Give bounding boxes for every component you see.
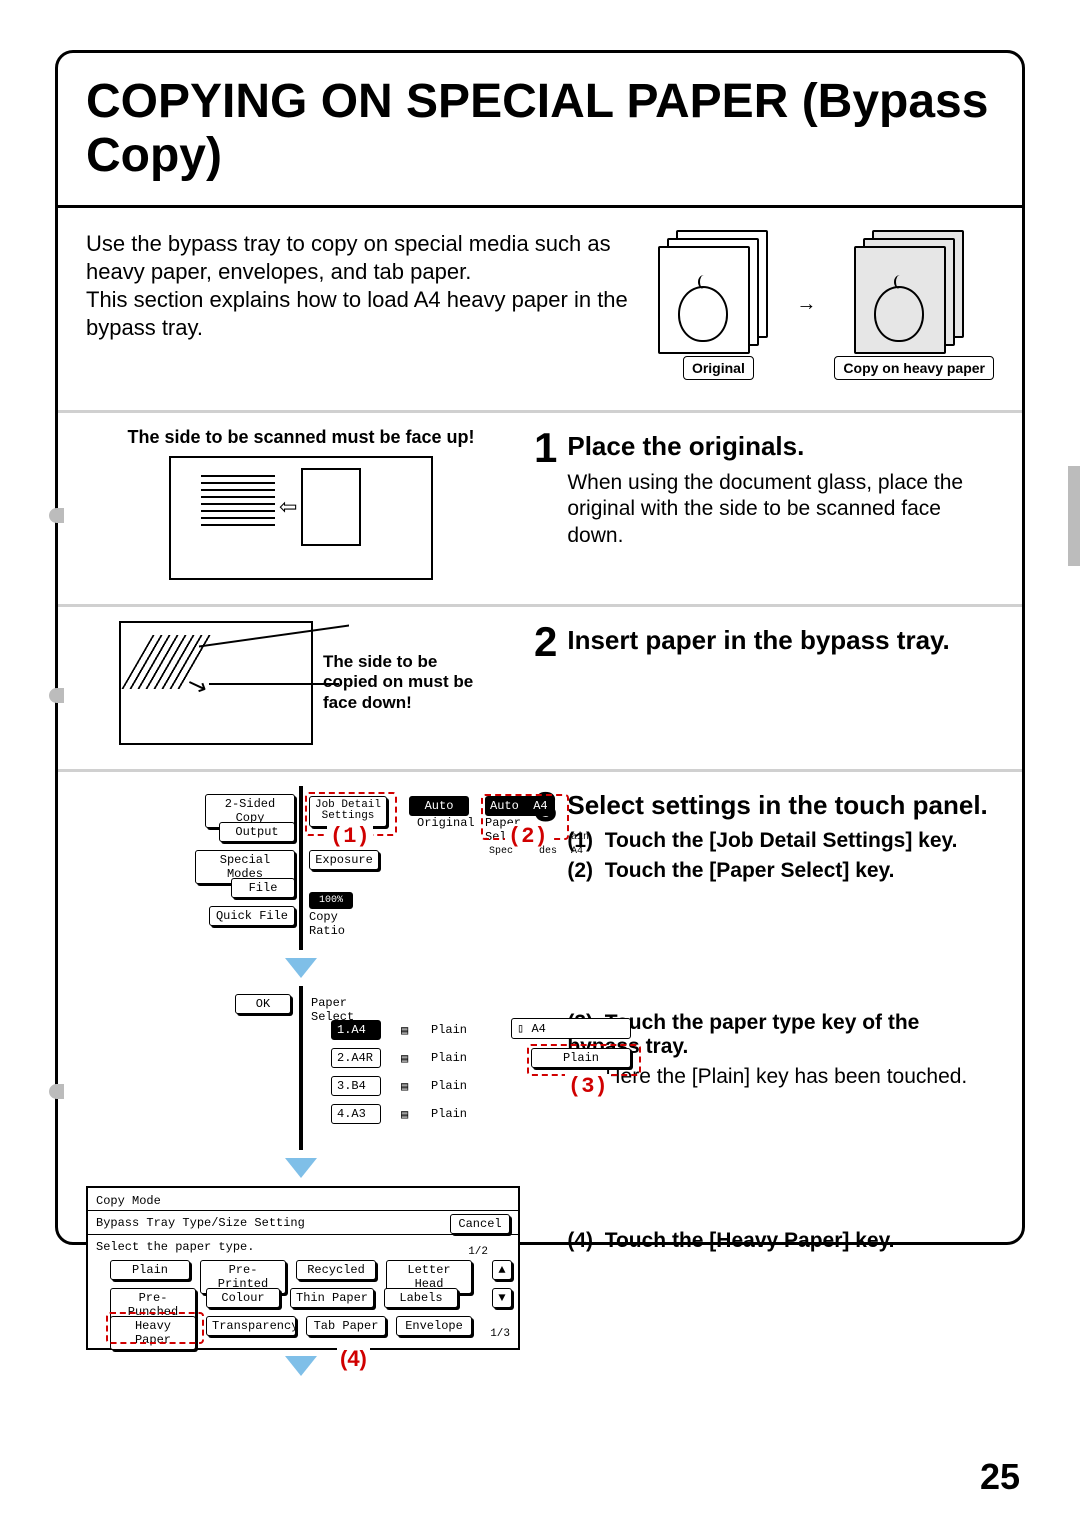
page-title: COPYING ON SPECIAL PAPER (Bypass Copy) [58, 53, 1022, 205]
original-label: Original [417, 816, 475, 830]
type-thin[interactable]: Thin Paper [290, 1288, 374, 1308]
apple-icon [874, 286, 924, 342]
step2-title: Insert paper in the bypass tray. [567, 625, 949, 656]
plain-1: Plain [431, 1023, 467, 1037]
type-transparency[interactable]: Transparency [206, 1316, 296, 1336]
apple-icon [678, 286, 728, 342]
intro-text: Use the bypass tray to copy on special m… [86, 230, 638, 343]
step-1: The side to be scanned must be face up! … [58, 413, 1022, 604]
feeder-image: ⇦ [169, 456, 433, 580]
thumb-copy: Copy on heavy paper [834, 230, 994, 380]
step-3: Job Detail Settings Auto Original Auto A… [58, 772, 1022, 1396]
ratio-value: 100% [309, 892, 353, 909]
arrow-right-icon: → [796, 293, 816, 316]
touch-panel-main: Job Detail Settings Auto Original Auto A… [299, 786, 303, 950]
des-label: des [539, 846, 557, 857]
tray-icon: ▤ [401, 1051, 408, 1066]
sub-2-num: (2) [567, 859, 593, 882]
sub-1: Touch the [Job Detail Settings] key. [605, 829, 958, 852]
bypass-setting-label: Bypass Tray Type/Size Setting [96, 1216, 305, 1230]
type-tab[interactable]: Tab Paper [306, 1316, 386, 1336]
tray-3[interactable]: 3.B4 [331, 1076, 381, 1096]
thumb-original-label: Original [683, 356, 754, 380]
plain-3: Plain [431, 1079, 467, 1093]
step-number-2: 2 [534, 621, 557, 663]
chevron-down-icon [285, 958, 317, 978]
page-indicator: 1/2 [468, 1246, 488, 1258]
step-2: ↘ The side to be copied on must be face … [58, 607, 1022, 769]
bypass-image: ↘ [119, 621, 313, 745]
tray-icon: ▤ [401, 1023, 408, 1038]
copy-ratio-label: Copy Ratio [309, 910, 345, 938]
type-colour[interactable]: Colour [206, 1288, 280, 1308]
thumb-original: Original [658, 230, 778, 380]
select-paper-type-label: Select the paper type. [96, 1240, 254, 1254]
touch-panel-paper-type: Copy Mode Bypass Tray Type/Size Setting … [86, 1186, 520, 1350]
step3-title: Select settings in the touch panel. [567, 790, 994, 821]
thumbnails: Original → Copy on heavy paper [658, 230, 994, 380]
tray-2[interactable]: 2.A4R [331, 1048, 381, 1068]
copy-mode-label: Copy Mode [96, 1194, 161, 1208]
plain-2: Plain [431, 1051, 467, 1065]
chevron-down-icon [285, 1158, 317, 1178]
sub-4-num: (4) [567, 1229, 593, 1252]
callout-4 [106, 1312, 204, 1344]
callout-3-num: (3) [565, 1074, 611, 1099]
bypass-a4[interactable]: ▯ A4 [511, 1018, 631, 1039]
scroll-down-button[interactable]: ▼ [492, 1288, 512, 1308]
sub-4: Touch the [Heavy Paper] key. [605, 1229, 895, 1252]
auto-original: Auto [409, 796, 469, 816]
cancel-button[interactable]: Cancel [450, 1214, 510, 1234]
insert-arrow-icon: ⇦ [279, 494, 297, 520]
exposure-button[interactable]: Exposure [309, 850, 379, 870]
scroll-up-button[interactable]: ▲ [492, 1260, 512, 1280]
callout-4-num: (4) [337, 1346, 370, 1372]
step-indicator: 1/3 [490, 1328, 510, 1340]
page-number: 25 [980, 1456, 1020, 1498]
main-frame: COPYING ON SPECIAL PAPER (Bypass Copy) U… [55, 50, 1025, 1245]
touch-panel-paper-select: Paper Select OK 1.A4 2.A4R 3.B4 4.A3 ▤ ▤… [299, 986, 303, 1150]
output-button[interactable]: Output [219, 822, 295, 842]
callout-1-num: (1) [327, 824, 373, 849]
insert-arrow-icon: ↘ [183, 668, 212, 702]
sub-2: Touch the [Paper Select] key. [605, 859, 895, 882]
file-button[interactable]: File [231, 878, 295, 898]
step1-title: Place the originals. [567, 431, 994, 462]
type-envelope[interactable]: Envelope [396, 1316, 472, 1336]
chevron-down-icon [285, 1356, 317, 1376]
tray-icon: ▤ [401, 1079, 408, 1094]
callout-3 [527, 1044, 641, 1076]
tray-1[interactable]: 1.A4 [331, 1020, 381, 1040]
side-tab [1068, 466, 1080, 566]
step-number-1: 1 [534, 427, 557, 469]
quick-file-button[interactable]: Quick File [209, 906, 295, 926]
step1-body: When using the document glass, place the… [567, 470, 994, 551]
type-labels[interactable]: Labels [384, 1288, 458, 1308]
a4-small-label: A4 [571, 846, 583, 857]
ain-label: ain [571, 832, 589, 843]
thumb-copy-label: Copy on heavy paper [834, 356, 994, 380]
tray-icon: ▤ [401, 1107, 408, 1122]
tray-4[interactable]: 4.A3 [331, 1104, 381, 1124]
type-recycled[interactable]: Recycled [296, 1260, 376, 1280]
intro-row: Use the bypass tray to copy on special m… [58, 208, 1022, 410]
ok-button[interactable]: OK [235, 994, 291, 1014]
note-face-up: The side to be scanned must be face up! [127, 427, 474, 448]
spec-label: Spec [489, 846, 513, 857]
type-plain[interactable]: Plain [110, 1260, 190, 1280]
plain-4: Plain [431, 1107, 467, 1121]
sub-3-body: Here the [Plain] key has been touched. [605, 1065, 994, 1089]
